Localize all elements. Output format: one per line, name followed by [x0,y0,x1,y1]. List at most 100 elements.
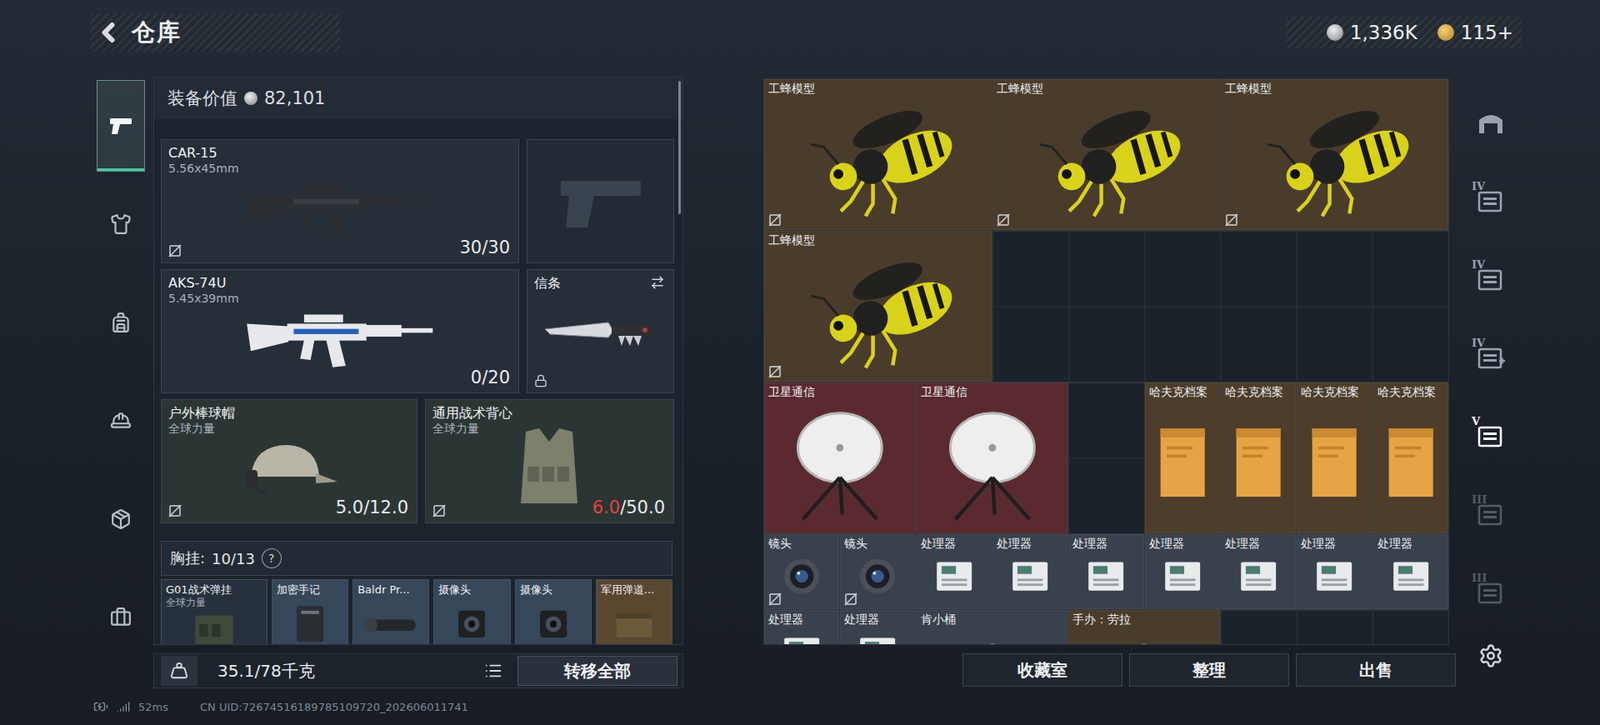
item-name: 镜头 [768,536,835,551]
rig-item[interactable]: Baldr Pr... [352,579,430,645]
dish-icon [924,400,1061,525]
rig-item[interactable]: 摄像头 [515,579,592,645]
stash-item[interactable]: 处理器 [1296,534,1372,610]
item-name: 处理器 [1300,536,1368,551]
rig-item[interactable]: 加密手记 [271,579,349,645]
stash-actions: 收藏室整理出售 [763,653,1456,687]
stash-item[interactable]: 处理器 [1068,534,1144,610]
nav-tab[interactable] [96,375,145,467]
loadout-list: 装备价值82,101 CAR-155.56x45mm30/30AKS-74U5.4… [153,76,684,645]
stash-item[interactable]: 工蜂模型 [764,79,992,230]
rig-capacity: 10/13 [211,550,255,568]
sidearm-slot[interactable] [526,139,675,264]
bee-icon [771,249,985,373]
stash-item[interactable]: 工蜂模型 [764,230,992,382]
nav-tab[interactable] [96,473,145,565]
lens-icon [771,552,832,600]
stash-grid: 工蜂模型工蜂模型工蜂模型工蜂模型卫星通信卫星通信哈夫克档案哈夫克档案哈夫克档案哈… [763,78,1450,645]
list-icon [484,660,503,681]
secondary-weapon-card[interactable]: AKS-74U5.45x39mm0/20 [160,269,520,394]
stash-tab[interactable]: V [1466,396,1515,475]
stash-item[interactable]: 处理器 [1145,534,1220,610]
rig-item[interactable]: 摄像头 [433,579,510,645]
weight-badge [160,655,198,686]
help-button[interactable]: ? [257,544,286,573]
rig-item[interactable]: 军用弹道... [595,579,673,645]
melee-card[interactable]: 信条 [526,269,675,394]
stash-item[interactable]: 手办：劳拉 [1068,610,1220,645]
back-icon[interactable] [93,17,124,48]
stash-item[interactable]: 工蜂模型 [1220,79,1449,230]
scrollbar[interactable] [678,80,681,215]
stash-item[interactable]: 镜头 [764,534,840,610]
stash-item[interactable]: 处理器 [1220,534,1296,610]
loadout-panel: 装备价值82,101 CAR-155.56x45mm30/30AKS-74U5.4… [153,76,684,689]
stash-tab[interactable]: IV [1466,318,1515,397]
top-bar: 仓库1,336K115+ [0,0,1600,65]
action-button[interactable]: 收藏室 [962,653,1123,687]
stash-tab[interactable]: III [1466,553,1515,632]
value-amount: 82,101 [264,88,325,109]
nav-tab[interactable] [96,80,145,172]
stash-item[interactable]: 镜头 [840,534,915,610]
user-id: CN UID:72674516189785109720_202606011741 [200,700,469,714]
stash-item[interactable]: 处理器 [764,610,840,645]
action-button[interactable]: 出售 [1295,653,1456,687]
armor-row: 户外棒球帽全球力量5.0/12.0通用战术背心全球力量6.0/50.0 [160,399,673,524]
tab-tier: III [1471,571,1487,585]
stash-item[interactable]: 肯小桶 [916,610,1069,645]
weapon-row: AKS-74U5.45x39mm0/20信条 [160,269,673,394]
nav-tab[interactable] [96,276,145,369]
swap-icon[interactable] [650,275,665,290]
processor-icon [1380,552,1441,600]
smg-icon [226,304,452,370]
rig-item[interactable]: G01战术弹挂全球力量 [160,579,268,645]
bee-icon [771,97,985,221]
gear-icon [1478,643,1504,669]
processor-icon [1075,552,1136,600]
transfer-all-button[interactable]: 转移全部 [517,655,678,686]
ammo-count: 30/30 [459,237,510,258]
weight-value: 35.1/78千克 [217,660,480,683]
helmet-card[interactable]: 户外棒球帽全球力量5.0/12.0 [160,399,418,524]
stash-item[interactable]: 处理器 [840,610,915,645]
no-trade-icon [168,244,182,258]
cap-icon [234,433,343,500]
processor-icon [771,628,832,645]
weapon-caliber: 5.45x39mm [168,291,510,307]
content: 装备价值82,101 CAR-155.56x45mm30/30AKS-74U5.4… [0,65,1600,689]
stash-item[interactable]: 处理器 [1373,534,1449,610]
stash-tab[interactable] [1466,83,1515,162]
rig-items: G01战术弹挂全球力量加密手记Baldr Pr...摄像头摄像头军用弹道... [160,579,673,645]
stash-item[interactable]: 哈夫克档案 [1373,382,1449,534]
action-button[interactable]: 整理 [1129,653,1290,687]
camera-icon [438,596,505,645]
nav-tab[interactable] [96,178,145,270]
rig-icon [165,609,263,645]
stash-item[interactable]: 哈夫克档案 [1220,382,1296,534]
stash-item[interactable]: 处理器 [992,534,1068,610]
stash-tab[interactable]: IV [1466,161,1515,240]
stash-item[interactable]: 哈夫克档案 [1296,382,1372,534]
primary-weapon-card[interactable]: CAR-155.56x45mm30/30 [160,139,520,264]
stash-item[interactable]: 卫星通信 [916,382,1069,534]
empty-slot[interactable] [992,230,1449,382]
settings-button[interactable] [1478,643,1504,669]
list-button[interactable] [479,656,508,685]
stash-tab[interactable]: III [1466,475,1515,554]
nav-tab[interactable] [96,571,145,664]
armor-card[interactable]: 通用战术背心全球力量6.0/50.0 [425,399,675,524]
empty-slot[interactable] [1220,610,1449,645]
equipment-value: 装备价值82,101 [154,77,683,120]
title-group: 仓库 [90,13,340,52]
item-name: 卫星通信 [768,385,912,400]
stash-item[interactable]: 工蜂模型 [992,79,1220,230]
stash-item[interactable]: 处理器 [916,534,992,610]
stash-item[interactable]: 卫星通信 [764,382,916,534]
currency-value: 1,336K [1350,21,1418,44]
stash-tab[interactable]: IV [1466,240,1515,319]
gold-coin-icon [1437,24,1455,41]
empty-slot[interactable] [1068,382,1144,534]
stash-item[interactable]: 哈夫克档案 [1145,382,1220,534]
item-brand: 全球力量 [165,596,263,610]
